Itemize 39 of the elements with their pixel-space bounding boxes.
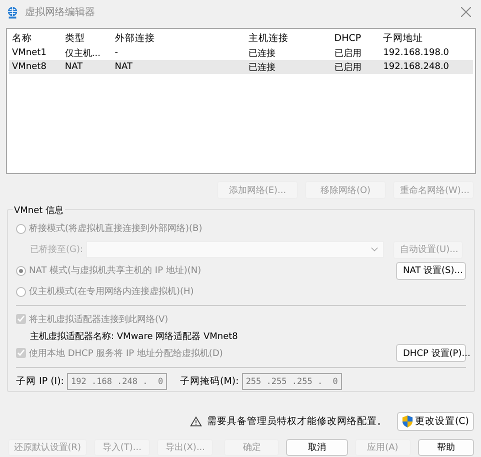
- network-globe-icon: [6, 6, 19, 18]
- table-cell-text: NAT: [114, 62, 134, 72]
- table-cell-text: 192.168.198.0: [382, 48, 450, 58]
- checkmark-icon: [16, 348, 26, 358]
- column-header[interactable]: 子网地址: [380, 32, 473, 45]
- notice-text: 需要具备管理员特权才能修改网络配置。: [206, 415, 387, 428]
- dialog-button[interactable]: 取消: [286, 439, 348, 456]
- table-cell-text: -: [114, 48, 120, 58]
- table-cell-text: 192.168.248.0: [382, 62, 450, 72]
- caret-icon: [371, 247, 378, 252]
- table-cell-text: 已启用: [333, 62, 362, 74]
- field-label: 子网 IP (I):: [16, 375, 64, 388]
- column-header[interactable]: DHCP: [331, 33, 380, 44]
- column-header[interactable]: 外部连接: [112, 32, 246, 45]
- table-row[interactable]: VMnet1 仅主机... - 已连接 已启用 192.168.198.0: [9, 46, 473, 60]
- dialog-button[interactable]: 帮助: [418, 439, 474, 456]
- column-header[interactable]: 主机连接: [245, 32, 332, 45]
- field-label: 子网掩码(M):: [180, 375, 239, 388]
- warning-icon: [190, 416, 202, 427]
- field-label: 已桥接至(G):: [30, 244, 84, 256]
- table-cell-text: 已连接: [247, 62, 276, 74]
- table-cell-text: 已启用: [333, 48, 362, 60]
- table-cell-text: 仅主机...: [64, 48, 102, 60]
- subnet-mask-field[interactable]: 255 .255 .255 . 0: [242, 373, 342, 390]
- shield-icon: [402, 415, 413, 428]
- table-cell-text: 已连接: [247, 48, 276, 60]
- adapter-name-text: 主机虚拟适配器名称: VMware 网络适配器 VMnet8: [29, 330, 239, 343]
- ip-address-field[interactable]: 192 .168 .248 . 0: [67, 373, 167, 390]
- column-header[interactable]: 类型: [62, 32, 112, 45]
- column-header[interactable]: 名称: [9, 32, 62, 45]
- table-cell-text: NAT: [64, 62, 84, 72]
- checkmark-icon: [16, 314, 26, 324]
- change-settings-button[interactable]: 更改设置(C): [396, 412, 474, 431]
- group-title: VMnet 信息: [13, 204, 65, 217]
- window-title: 虚拟网络编辑器: [25, 6, 96, 19]
- table-cell-text: VMnet8: [11, 62, 48, 72]
- table-row[interactable]: VMnet8 NAT NAT 已连接 已启用 192.168.248.0: [9, 60, 473, 74]
- close-icon[interactable]: [461, 7, 471, 17]
- table-cell-text: VMnet1: [11, 48, 48, 58]
